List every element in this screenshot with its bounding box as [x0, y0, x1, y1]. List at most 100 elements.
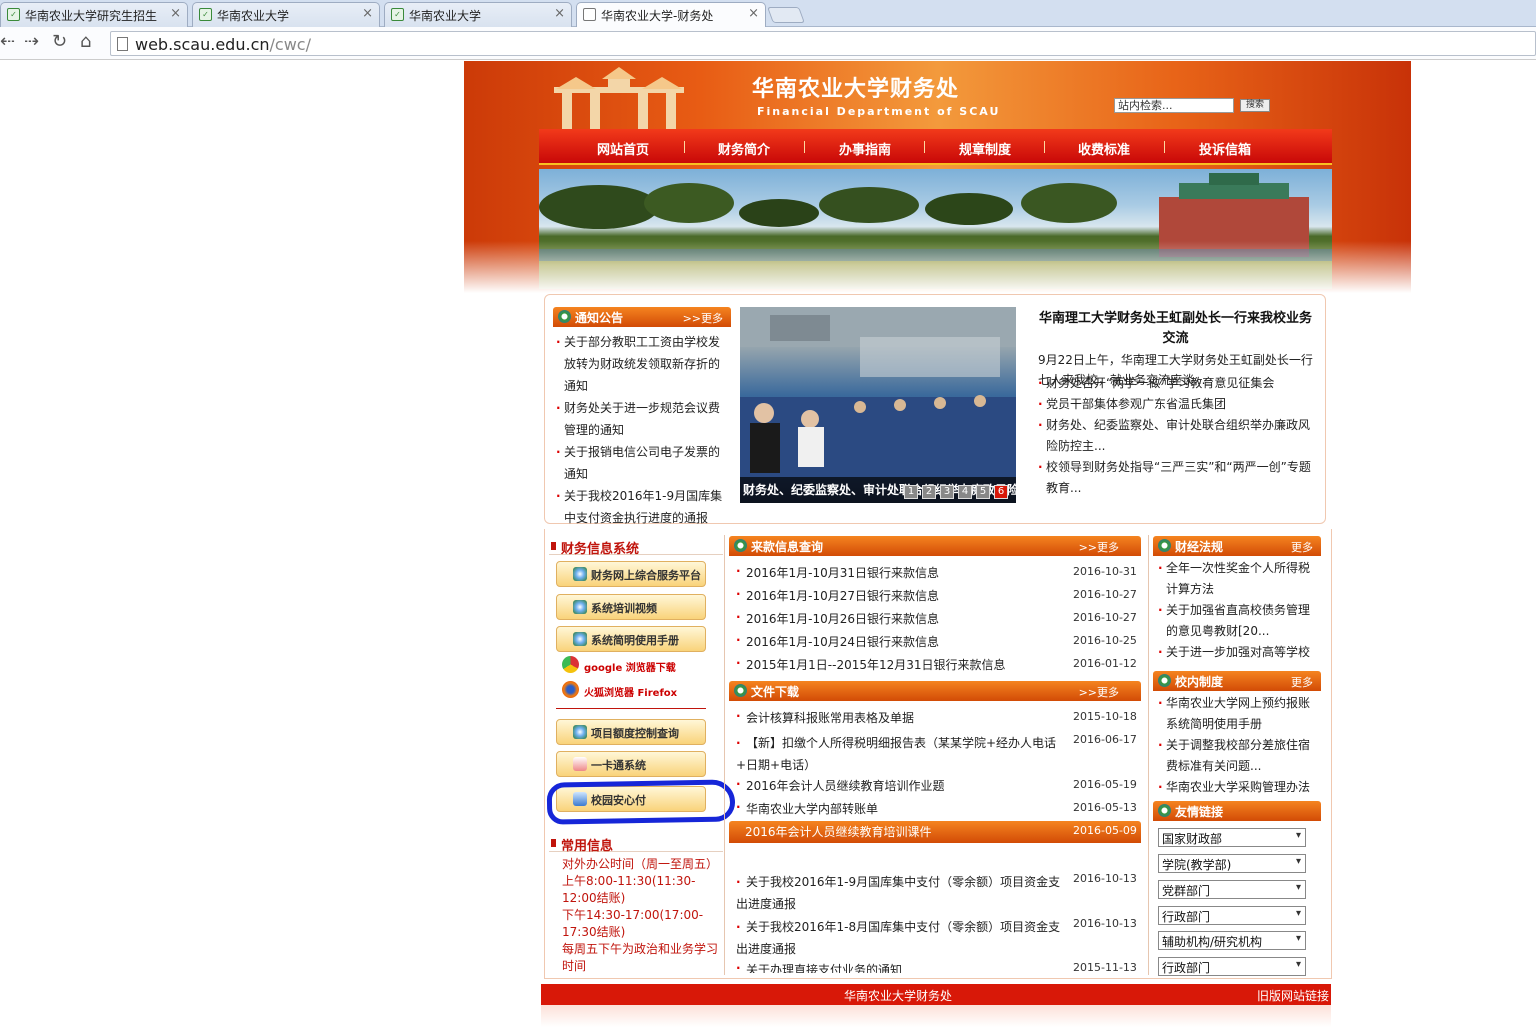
nav-separator	[924, 141, 925, 153]
site-search-button[interactable]: 搜索	[1240, 99, 1270, 112]
report-row[interactable]: · 关于我校2016年1-9月国库集中支付（零余额）项目资金支出进度通报	[736, 871, 1070, 915]
nav-rules[interactable]: 规章制度	[959, 139, 1011, 158]
browser-tab[interactable]: ✓ 华南农业大学 ×	[384, 2, 572, 27]
user-manual-button[interactable]: 系统简明使用手册	[556, 626, 706, 652]
reload-icon[interactable]: ↻	[52, 32, 67, 52]
nav-home[interactable]: 网站首页	[597, 139, 649, 158]
downloads-more-link[interactable]: >>更多	[1079, 684, 1119, 700]
income-row[interactable]: · 2016年1月-10月27日银行来款信息	[736, 587, 939, 604]
address-bar[interactable]: web.scau.edu.cn/cwc/	[110, 31, 1536, 56]
link-select-party-departments[interactable]: 党群部门	[1158, 880, 1306, 899]
report-row-date: 2016-10-13	[1073, 872, 1137, 885]
downloads-last-row-bar[interactable]: 2016年会计人员继续教育培训课件 2016-05-09	[729, 821, 1141, 843]
download-row[interactable]: · 会计核算科报账常用表格及单据	[736, 709, 914, 726]
feature-news-item[interactable]: 校领导到财务处指导“三严三实”和“两严一创”专题教育...	[1038, 457, 1314, 499]
forward-arrow-icon[interactable]: ⇢	[24, 32, 39, 52]
regulations-header: 财经法规 更多	[1153, 536, 1321, 556]
download-row[interactable]: · 华南农业大学内部转账单	[736, 800, 878, 817]
links-title: 友情链接	[1175, 805, 1224, 819]
tab-title: 华南农业大学研究生招生	[25, 9, 158, 23]
income-more-link[interactable]: >>更多	[1079, 539, 1119, 555]
income-row[interactable]: · 2015年1月1日--2015年12月31日银行来款信息	[736, 656, 1006, 673]
internal-rule-item[interactable]: 华南农业大学网上预约报账系统简明使用手册	[1158, 693, 1318, 735]
regulations-more-link[interactable]: 更多	[1291, 539, 1313, 555]
link-select-admin-departments-2[interactable]: 行政部门	[1158, 957, 1306, 976]
column-divider	[724, 535, 725, 975]
site-search-input[interactable]: 站内检索...	[1114, 98, 1234, 113]
income-row[interactable]: · 2016年1月-10月24日银行来款信息	[736, 633, 939, 650]
browser-tab[interactable]: ✓ 华南农业大学研究生招生 ×	[0, 2, 188, 27]
links-header: 友情链接	[1153, 801, 1321, 821]
close-tab-icon[interactable]: ×	[748, 6, 759, 21]
close-tab-icon[interactable]: ×	[362, 6, 373, 21]
firefox-download-link[interactable]: 火狐浏览器 Firefox	[562, 681, 678, 699]
download-row-text: 2016年会计人员继续教育培训作业题	[746, 779, 945, 793]
new-tab-button[interactable]	[767, 7, 805, 23]
quota-query-button[interactable]: 项目额度控制查询	[556, 719, 706, 745]
notices-more-link[interactable]: >>更多	[683, 310, 723, 326]
slide-page-button[interactable]: 4	[958, 485, 972, 499]
back-arrow-icon[interactable]: ⇠	[0, 32, 15, 52]
slide-page-button[interactable]: 2	[922, 485, 936, 499]
firefox-icon	[562, 681, 579, 698]
link-label: google 浏览器下载	[584, 663, 676, 674]
photo-caption[interactable]: 财务处、纪委监察处、审计处联合组织举办廉政风险	[740, 477, 1016, 503]
bullet: ·	[736, 961, 741, 973]
url-host: web.scau.edu.cn	[135, 35, 270, 54]
internal-rules-header: 校内制度 更多	[1153, 671, 1321, 691]
training-video-button[interactable]: 系统培训视频	[556, 594, 706, 620]
browser-tab[interactable]: ✓ 华南农业大学 ×	[192, 2, 380, 27]
office-hours-morning: 上午8:00-11:30(11:30-12:00结账)	[562, 874, 696, 905]
link-select-finance-ministry[interactable]: 国家财政部	[1158, 828, 1306, 847]
notice-item[interactable]: 关于报销电信公司电子发票的通知	[556, 441, 728, 485]
nav-guide[interactable]: 办事指南	[839, 139, 891, 158]
link-select-admin-departments[interactable]: 行政部门	[1158, 906, 1306, 925]
old-site-link[interactable]: 旧版网站链接	[1257, 987, 1329, 1004]
close-tab-icon[interactable]: ×	[554, 6, 565, 21]
notice-item[interactable]: 关于部分教职工工资由学校发放转为财政统发领取新存折的通知	[556, 331, 728, 397]
nav-complaints[interactable]: 投诉信箱	[1199, 139, 1251, 158]
internal-rule-item[interactable]: 关于调整我校部分差旅住宿费标准有关问题...	[1158, 735, 1318, 777]
button-label: 系统简明使用手册	[591, 634, 679, 647]
report-row[interactable]: · 关于我校2016年1-8月国库集中支付（零余额）项目资金支出进度通报	[736, 916, 1070, 960]
close-tab-icon[interactable]: ×	[170, 6, 181, 21]
office-hours-afternoon: 下午14:30-17:00(17:00-17:30结账)	[562, 908, 704, 939]
bullet: ·	[736, 920, 741, 934]
regulation-item[interactable]: 关于加强省直高校债务管理的意见粤教财[20...	[1158, 600, 1318, 642]
income-row[interactable]: · 2016年1月-10月31日银行来款信息	[736, 564, 939, 581]
feature-news-item[interactable]: 财务处、纪委监察处、审计处联合组织举办廉政风险防控主...	[1038, 415, 1314, 457]
link-label: 火狐浏览器 Firefox	[584, 688, 678, 699]
link-select-colleges[interactable]: 学院(教学部)	[1158, 854, 1306, 873]
regulation-item[interactable]: 关于进一步加强对高等学校	[1158, 642, 1318, 663]
nav-about[interactable]: 财务简介	[718, 139, 770, 158]
feature-news-title[interactable]: 华南理工大学财务处王虹副处长一行来我校业务交流	[1038, 309, 1313, 349]
regulations-title: 财经法规	[1175, 540, 1224, 554]
download-row[interactable]: · 【新】扣缴个人所得税明细报告表（某某学院+经办人电话+日期+电话）	[736, 732, 1070, 776]
slide-page-button[interactable]: 6	[994, 485, 1008, 499]
slide-page-button[interactable]: 5	[976, 485, 990, 499]
download-row[interactable]: · 2016年会计人员继续教育培训作业题	[736, 777, 945, 794]
report-row[interactable]: · 关于办理直接支付业务的通知	[736, 961, 902, 973]
internal-rules-more-link[interactable]: 更多	[1291, 674, 1313, 690]
finance-system-header: 财务信息系统	[549, 535, 723, 557]
income-row[interactable]: · 2016年1月-10月26日银行来款信息	[736, 610, 939, 627]
notice-item[interactable]: 财务处关于进一步规范会议费管理的通知	[556, 397, 728, 441]
browser-tab-active[interactable]: 华南农业大学-财务处 ×	[576, 2, 766, 28]
feature-news-item[interactable]: 财务处召开“两学一做”学习教育意见征集会	[1038, 373, 1314, 394]
feature-news-item[interactable]: 党员干部集体参观广东省温氏集团	[1038, 394, 1314, 415]
link-select-research-institutes[interactable]: 辅助机构/研究机构	[1158, 931, 1306, 950]
campus-card-button[interactable]: 一卡通系统	[556, 751, 706, 777]
study-time-note: 每周五下午为政治和业务学习时间	[562, 942, 719, 973]
chrome-download-link[interactable]: google 浏览器下载	[562, 656, 676, 674]
slide-page-button[interactable]: 3	[940, 485, 954, 499]
notice-item[interactable]: 关于我校2016年1-9月国库集中支付资金执行进度的通报	[556, 485, 728, 529]
slide-page-button[interactable]: 1	[904, 485, 918, 499]
nav-fees[interactable]: 收费标准	[1078, 139, 1130, 158]
regulation-item[interactable]: 全年一次性奖金个人所得税计算方法	[1158, 558, 1318, 600]
income-row-date: 2016-10-27	[1073, 588, 1137, 601]
home-icon[interactable]: ⌂	[80, 32, 91, 52]
nav-separator	[1044, 141, 1045, 153]
internal-rule-item[interactable]: 华南农业大学采购管理办法	[1158, 777, 1318, 798]
online-service-platform-button[interactable]: 财务网上综合服务平台	[556, 561, 706, 587]
news-photo-slideshow[interactable]: 财务处、纪委监察处、审计处联合组织举办廉政风险 1 2 3 4 5 6	[740, 307, 1016, 503]
